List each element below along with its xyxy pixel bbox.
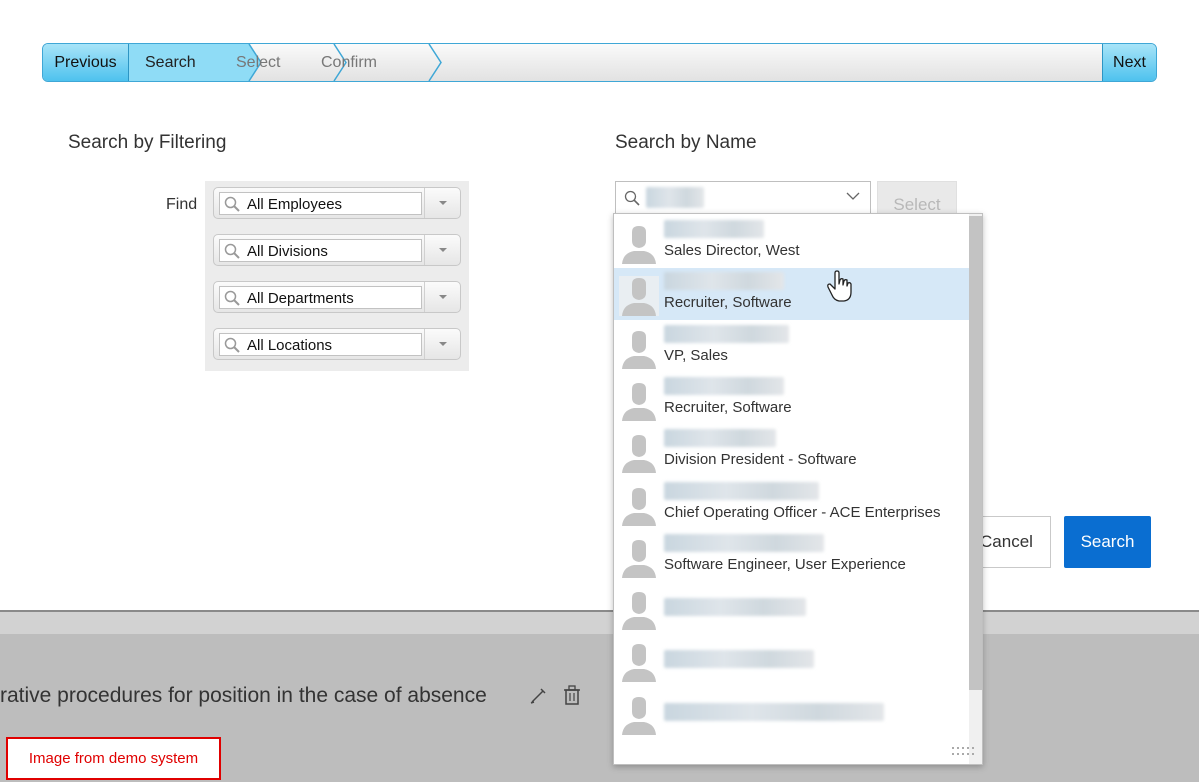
departments-filter[interactable]: All Departments: [213, 281, 461, 313]
demo-watermark: Image from demo system: [6, 737, 221, 780]
background-page-actions: [528, 684, 588, 713]
previous-button[interactable]: Previous: [43, 44, 129, 81]
redacted-name: [664, 650, 814, 669]
result-job-title: Software Engineer, User Experience: [664, 555, 906, 573]
avatar-icon: [619, 224, 659, 264]
search-icon: [224, 196, 240, 212]
avatar-icon: [619, 485, 659, 526]
avatar-icon: [619, 694, 659, 735]
background-page-text: rative procedures for position in the ca…: [0, 684, 487, 707]
redacted-query: [646, 187, 704, 208]
result-list-item[interactable]: Chief Operating Officer - ACE Enterprise…: [614, 478, 969, 530]
step-confirm[interactable]: Confirm: [321, 44, 377, 81]
find-label: Find: [166, 196, 198, 213]
avatar-icon: [619, 276, 659, 317]
search-icon: [624, 190, 640, 206]
avatar-icon: [619, 328, 659, 369]
avatar-icon: [619, 642, 659, 683]
locations-filter[interactable]: All Locations: [213, 328, 461, 360]
result-list-item[interactable]: [614, 582, 969, 634]
wizard-bar: Previous Search Select Confirm Next: [42, 43, 1157, 82]
name-results-dropdown[interactable]: Software Engineer, User Experience Chief …: [613, 213, 983, 765]
next-button[interactable]: Next: [1102, 44, 1156, 81]
redacted-name: [664, 481, 819, 500]
result-job-title: VP, Sales: [664, 346, 728, 364]
search-button[interactable]: Search: [1064, 516, 1151, 568]
name-section-title: Search by Name: [615, 132, 757, 153]
result-job-title: Division President - Software: [664, 451, 857, 469]
hand-cursor-icon: [827, 270, 852, 302]
chevron-down-icon[interactable]: [424, 235, 460, 265]
result-list-item[interactable]: Recruiter, Software: [614, 268, 969, 321]
departments-filter-value: All Departments: [247, 290, 354, 307]
result-list-item[interactable]: Recruiter, Software: [614, 373, 969, 425]
chevron-down-icon[interactable]: [424, 188, 460, 218]
chevron-down-icon[interactable]: [846, 191, 860, 201]
locations-filter-value: All Locations: [247, 337, 333, 354]
result-list-item[interactable]: [614, 634, 969, 686]
filter-section-title: Search by Filtering: [68, 132, 227, 153]
background-page-strip: [0, 610, 1199, 634]
result-list-item[interactable]: VP, Sales: [614, 321, 969, 373]
chevron-down-icon[interactable]: [424, 329, 460, 359]
chevron-down-icon[interactable]: [424, 282, 460, 312]
scrollbar-thumb[interactable]: [969, 216, 982, 690]
resize-grip-icon[interactable]: [951, 746, 979, 760]
search-icon: [224, 243, 240, 259]
divisions-filter[interactable]: All Divisions: [213, 234, 461, 266]
result-list-item[interactable]: [614, 687, 969, 739]
result-job-title: Recruiter, Software: [664, 398, 792, 416]
divisions-filter-value: All Divisions: [247, 243, 328, 260]
name-search-input[interactable]: [615, 181, 871, 216]
redacted-name: [664, 702, 884, 721]
search-icon: [224, 337, 240, 353]
trash-icon[interactable]: [564, 685, 580, 705]
redacted-name: [664, 324, 789, 343]
departments-filter-field[interactable]: All Departments: [219, 286, 422, 309]
screen: Previous Search Select Confirm Next Sear…: [0, 0, 1199, 782]
redacted-name: [664, 272, 784, 291]
result-job-title: Sales Director, West: [664, 242, 800, 259]
search-icon: [224, 290, 240, 306]
redacted-name: [664, 598, 806, 617]
redacted-name: [664, 220, 764, 238]
result-list-item[interactable]: Software Engineer, User Experience: [614, 530, 969, 582]
step-select[interactable]: Select: [236, 44, 280, 81]
avatar-icon: [619, 537, 659, 578]
result-list-item[interactable]: Division President - Software: [614, 425, 969, 477]
step-search[interactable]: Search: [145, 44, 196, 81]
employees-filter-field[interactable]: All Employees: [219, 192, 422, 215]
locations-filter-field[interactable]: All Locations: [219, 333, 422, 356]
employees-filter-value: All Employees: [247, 196, 343, 213]
redacted-name: [664, 429, 776, 448]
pencil-icon[interactable]: [530, 688, 546, 704]
redacted-name: [664, 533, 824, 552]
result-list-item[interactable]: Sales Director, West: [614, 216, 969, 268]
select-button[interactable]: Select: [877, 181, 957, 216]
result-job-title: Recruiter, Software: [664, 294, 792, 312]
divisions-filter-field[interactable]: All Divisions: [219, 239, 422, 262]
avatar-icon: [619, 590, 659, 631]
avatar-icon: [619, 433, 659, 474]
redacted-name: [664, 376, 784, 395]
result-job-title: Chief Operating Officer - ACE Enterprise…: [664, 503, 941, 521]
employees-filter[interactable]: All Employees: [213, 187, 461, 219]
avatar-icon: [619, 380, 659, 421]
filter-panel: All Employees All Divisions All Departme…: [205, 181, 469, 371]
